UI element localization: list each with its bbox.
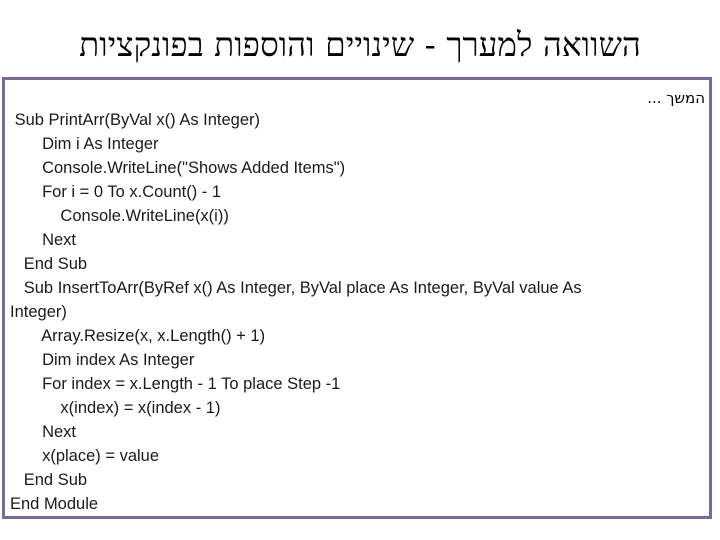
code-line: End Sub xyxy=(10,255,88,273)
continue-label: המשך ... xyxy=(647,89,705,107)
code-line: Next xyxy=(10,231,77,249)
code-line: End Sub xyxy=(10,471,88,489)
code-line: x(index) = x(index - 1) xyxy=(10,399,221,417)
code-line: Sub PrintArr(ByVal x() As Integer) xyxy=(10,111,261,129)
code-line: Sub InsertToArr(ByRef x() As Integer, By… xyxy=(10,279,582,297)
code-line: For index = x.Length - 1 To place Step -… xyxy=(10,375,341,393)
code-line: Dim index As Integer xyxy=(10,351,195,369)
code-line: End Module xyxy=(10,495,99,513)
code-listing: Sub PrintArr(ByVal x() As Integer) Dim i… xyxy=(10,108,705,516)
slide-title: השוואה למערך - שינויים והוספות בפונקציות xyxy=(79,25,641,64)
code-line: Array.Resize(x, x.Length() + 1) xyxy=(10,327,266,345)
code-line: Console.WriteLine("Shows Added Items") xyxy=(10,159,346,177)
code-line: Dim i As Integer xyxy=(10,135,159,153)
code-box: המשך ... Sub PrintArr(ByVal x() As Integ… xyxy=(2,77,712,519)
code-line: Integer) xyxy=(10,303,67,321)
code-line: x(place) = value xyxy=(10,447,160,465)
code-line: Console.WriteLine(x(i)) xyxy=(10,207,229,225)
code-line: Next xyxy=(10,423,77,441)
code-line: For i = 0 To x.Count() - 1 xyxy=(10,183,222,201)
